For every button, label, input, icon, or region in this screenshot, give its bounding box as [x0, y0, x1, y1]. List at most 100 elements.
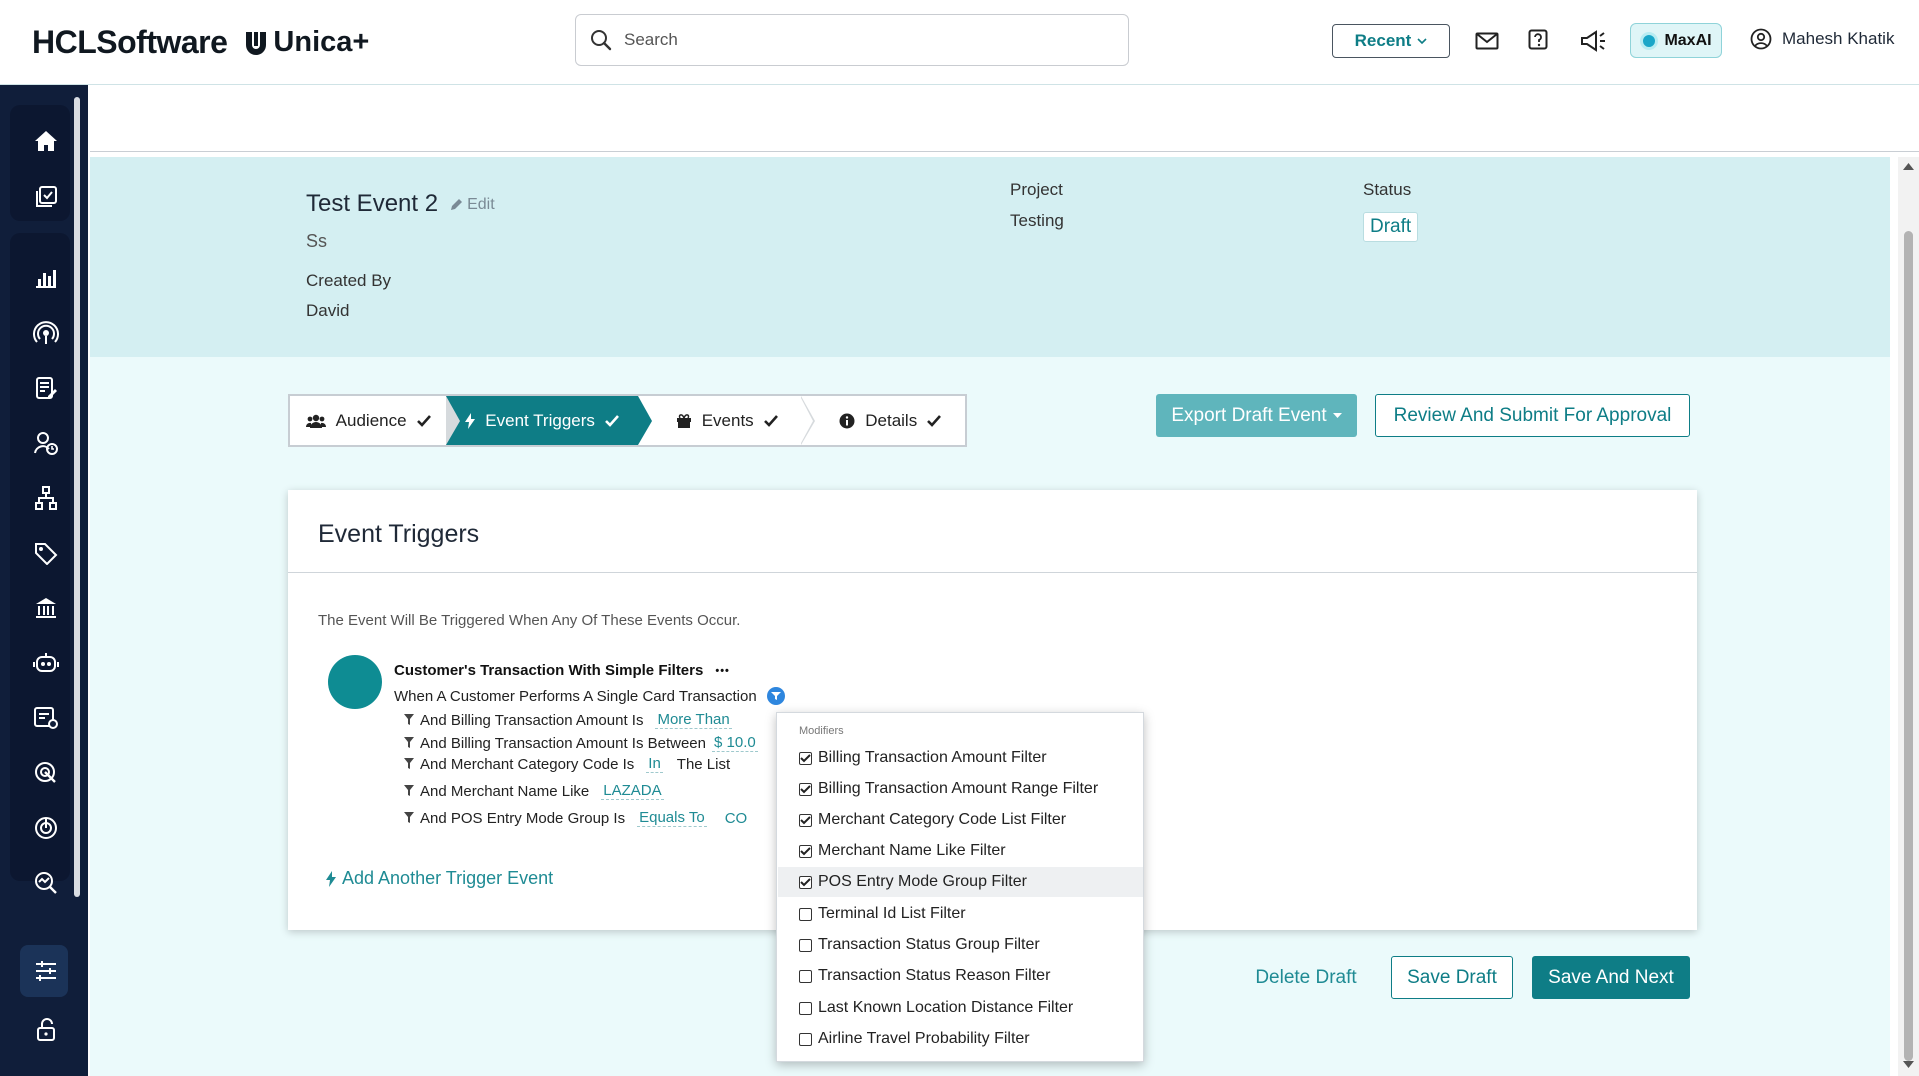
- home-icon[interactable]: [26, 121, 66, 161]
- users-icon[interactable]: [26, 423, 66, 463]
- modifier-option[interactable]: Billing Transaction Amount Filter: [799, 743, 1139, 773]
- filter-icon: [404, 812, 414, 823]
- settings-list-icon[interactable]: [26, 698, 66, 738]
- trigger-name: Customer's Transaction With Simple Filte…: [394, 662, 730, 679]
- monitor-icon[interactable]: [26, 808, 66, 848]
- filter-modifier-icon[interactable]: [766, 687, 785, 705]
- unlock-icon[interactable]: [26, 1010, 66, 1050]
- condition-value[interactable]: More Than: [655, 711, 732, 729]
- broadcast-icon[interactable]: [26, 313, 66, 353]
- delete-draft-button[interactable]: Delete Draft: [1242, 956, 1370, 999]
- analytics-icon[interactable]: [26, 258, 66, 298]
- modifier-option[interactable]: Transaction Status Reason Filter: [799, 961, 1139, 991]
- modifier-label: Billing Transaction Amount Range Filter: [818, 780, 1099, 797]
- filters-icon[interactable]: [26, 951, 66, 991]
- step-details[interactable]: Details: [815, 396, 965, 445]
- modifier-label: Merchant Category Code List Filter: [818, 811, 1067, 828]
- insights-icon[interactable]: [26, 863, 66, 903]
- scrollbar-thumb[interactable]: [1904, 231, 1913, 1061]
- maxai-label: MaxAI: [1664, 31, 1712, 49]
- modifiers-dropdown: Modifiers Billing Transaction Amount Fil…: [776, 712, 1144, 1062]
- step-events[interactable]: Events: [652, 396, 815, 445]
- recent-dropdown-button[interactable]: Recent: [1332, 24, 1450, 58]
- checkbox-unchecked-icon[interactable]: [799, 907, 812, 921]
- trigger-avatar: [328, 655, 382, 709]
- condition-value[interactable]: LAZADA: [601, 782, 664, 800]
- condition-value[interactable]: In: [646, 755, 663, 773]
- wizard-stepper: Audience Event Triggers Events Details: [288, 394, 967, 447]
- modifier-label: Merchant Name Like Filter: [818, 842, 1006, 859]
- bolt-icon: [465, 412, 476, 429]
- checkbox-unchecked-icon[interactable]: [799, 1001, 812, 1015]
- modifier-option[interactable]: Billing Transaction Amount Range Filter: [799, 774, 1139, 804]
- step-audience[interactable]: Audience: [290, 396, 461, 445]
- maxai-button[interactable]: MaxAI: [1630, 23, 1722, 58]
- step-label: Audience: [335, 410, 407, 430]
- modifier-option[interactable]: Airline Travel Probability Filter: [799, 1024, 1139, 1054]
- checkbox-checked-icon[interactable]: [799, 875, 812, 889]
- search-input[interactable]: [624, 30, 1104, 50]
- tag-icon[interactable]: [26, 533, 66, 573]
- export-draft-event-button[interactable]: Export Draft Event: [1156, 394, 1357, 437]
- checkbox-checked-icon[interactable]: [799, 751, 812, 765]
- project-value: Testing: [1010, 211, 1064, 230]
- checkbox-unchecked-icon[interactable]: [799, 969, 812, 983]
- megaphone-icon[interactable]: [1578, 26, 1608, 56]
- more-options-icon[interactable]: •••: [715, 665, 730, 677]
- add-trigger-event-link[interactable]: Add Another Trigger Event: [326, 868, 553, 889]
- trigger-name-text: Customer's Transaction With Simple Filte…: [394, 662, 704, 679]
- modifier-option[interactable]: Merchant Category Code List Filter: [799, 805, 1139, 835]
- condition-extra[interactable]: CO: [725, 810, 748, 827]
- checkbox-checked-icon[interactable]: [799, 844, 812, 858]
- save-and-next-button[interactable]: Save And Next: [1532, 956, 1690, 999]
- hierarchy-icon[interactable]: [26, 478, 66, 518]
- modifier-option[interactable]: Last Known Location Distance Filter: [799, 993, 1139, 1023]
- scroll-up-icon[interactable]: [1902, 161, 1915, 171]
- modifier-option[interactable]: Merchant Name Like Filter: [799, 836, 1139, 866]
- brand-logo[interactable]: HCLSoftware Unica+: [32, 24, 369, 61]
- targeting-icon[interactable]: [26, 753, 66, 793]
- condition-text: And POS Entry Mode Group Is: [420, 809, 626, 827]
- condition-text: And Merchant Category Code Is: [420, 755, 635, 773]
- gift-icon: [676, 413, 691, 428]
- review-submit-button[interactable]: Review And Submit For Approval: [1375, 394, 1690, 437]
- save-draft-button[interactable]: Save Draft: [1391, 956, 1513, 999]
- search-icon: [591, 30, 612, 51]
- condition-text: And Billing Transaction Amount Is: [420, 711, 644, 729]
- modifier-option-highlighted[interactable]: POS Entry Mode Group Filter: [778, 867, 1143, 897]
- pencil-icon: [451, 199, 463, 210]
- page-scrollbar[interactable]: [1898, 157, 1919, 1076]
- help-icon[interactable]: [1523, 26, 1553, 56]
- scroll-down-icon[interactable]: [1902, 1060, 1915, 1070]
- created-by-value: David: [306, 301, 350, 320]
- edit-link[interactable]: Edit: [450, 196, 495, 214]
- checkbox-checked-icon[interactable]: [799, 782, 812, 796]
- checkbox-unchecked-icon[interactable]: [799, 938, 812, 952]
- filter-icon: [404, 714, 414, 725]
- modifier-option[interactable]: Transaction Status Group Filter: [799, 930, 1139, 960]
- export-label: Export Draft Event: [1171, 404, 1327, 426]
- condition-value[interactable]: Equals To: [637, 809, 707, 827]
- checkbox-checked-icon[interactable]: [799, 813, 812, 827]
- condition-value[interactable]: $ 10.0: [712, 734, 758, 752]
- forms-icon[interactable]: [26, 368, 66, 408]
- filter-icon: [404, 737, 414, 748]
- condition-text: And Merchant Name Like: [420, 782, 590, 800]
- checkbox-unchecked-icon[interactable]: [799, 1032, 812, 1046]
- brand-unica: Unica+: [243, 26, 369, 59]
- modifier-label: Transaction Status Group Filter: [818, 936, 1040, 953]
- mail-icon[interactable]: [1472, 26, 1502, 56]
- modifier-option[interactable]: Terminal Id List Filter: [799, 899, 1139, 929]
- user-menu[interactable]: Mahesh Khatik: [1750, 28, 1894, 50]
- campaigns-icon[interactable]: [26, 177, 66, 217]
- modifier-label: Billing Transaction Amount Filter: [818, 749, 1047, 766]
- search-box[interactable]: [575, 14, 1129, 66]
- unica-logo-icon: [246, 31, 267, 55]
- card-intro: The Event Will Be Triggered When Any Of …: [318, 612, 741, 629]
- users-group-icon: [305, 414, 326, 428]
- step-event-triggers[interactable]: Event Triggers: [444, 396, 652, 445]
- sidebar-scrollbar[interactable]: [74, 97, 80, 897]
- bot-icon[interactable]: [26, 643, 66, 683]
- bank-icon[interactable]: [26, 588, 66, 628]
- add-trigger-label: Add Another Trigger Event: [342, 868, 554, 888]
